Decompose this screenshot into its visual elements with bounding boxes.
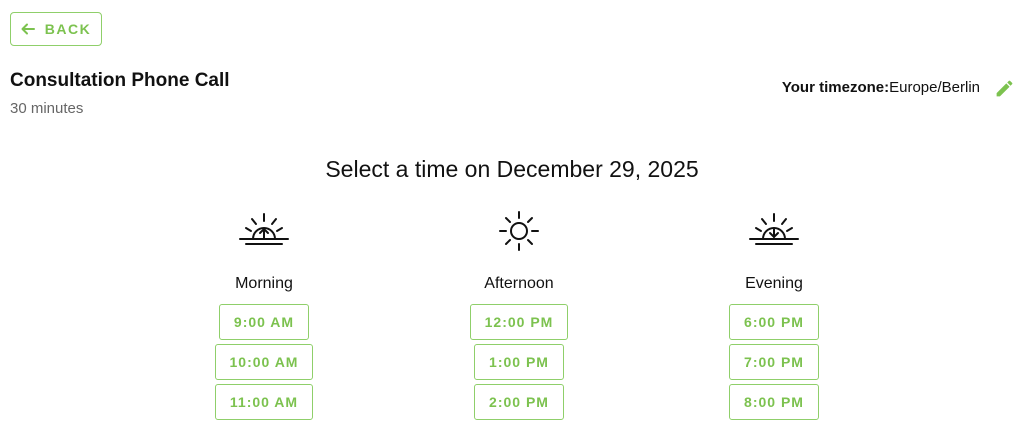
time-slot-button[interactable]: 8:00 PM [729,384,819,420]
sunset-icon [749,213,799,245]
evening-column: Evening 6:00 PM 7:00 PM 8:00 PM [694,210,854,420]
select-time-heading: Select a time on December 29, 2025 [325,156,699,182]
timezone-label: Your timezone: [781,79,890,96]
period-label-afternoon: Afternoon [484,275,554,292]
time-slot-button[interactable]: 6:00 PM [729,304,819,340]
time-slot-button[interactable]: 12:00 PM [469,304,569,340]
time-slot-button[interactable]: 9:00 AM [218,304,310,340]
back-button[interactable]: BACK [10,12,102,46]
afternoon-column: Afternoon 12:00 PM 1:00 PM 2:00 PM [439,210,599,420]
event-duration: 30 minutes [10,100,84,117]
timezone-display: Your timezone:Europe/Berlin [782,79,980,96]
timezone-value: Europe/Berlin [889,79,980,96]
time-slot-button[interactable]: 1:00 PM [474,344,564,380]
arrow-left-icon [21,23,35,35]
morning-column: Morning 9:00 AM 10:00 AM 11:00 AM [184,210,344,420]
time-slot-button[interactable]: 10:00 AM [214,344,314,380]
time-slot-button[interactable]: 11:00 AM [214,384,314,420]
afternoon-slots: 12:00 PM 1:00 PM 2:00 PM [469,304,569,420]
sun-icon [499,211,539,251]
time-slot-button[interactable]: 2:00 PM [474,384,564,420]
morning-slots: 9:00 AM 10:00 AM 11:00 AM [214,304,314,420]
evening-slots: 6:00 PM 7:00 PM 8:00 PM [729,304,819,420]
pencil-icon[interactable] [994,78,1015,99]
booking-page: BACK Consultation Phone Call 30 minutes … [0,0,1024,438]
event-title: Consultation Phone Call [10,70,230,91]
back-button-label: BACK [44,21,92,37]
sunrise-icon [239,213,289,245]
period-label-evening: Evening [745,275,803,292]
time-slot-button[interactable]: 7:00 PM [729,344,819,380]
period-label-morning: Morning [235,275,293,292]
